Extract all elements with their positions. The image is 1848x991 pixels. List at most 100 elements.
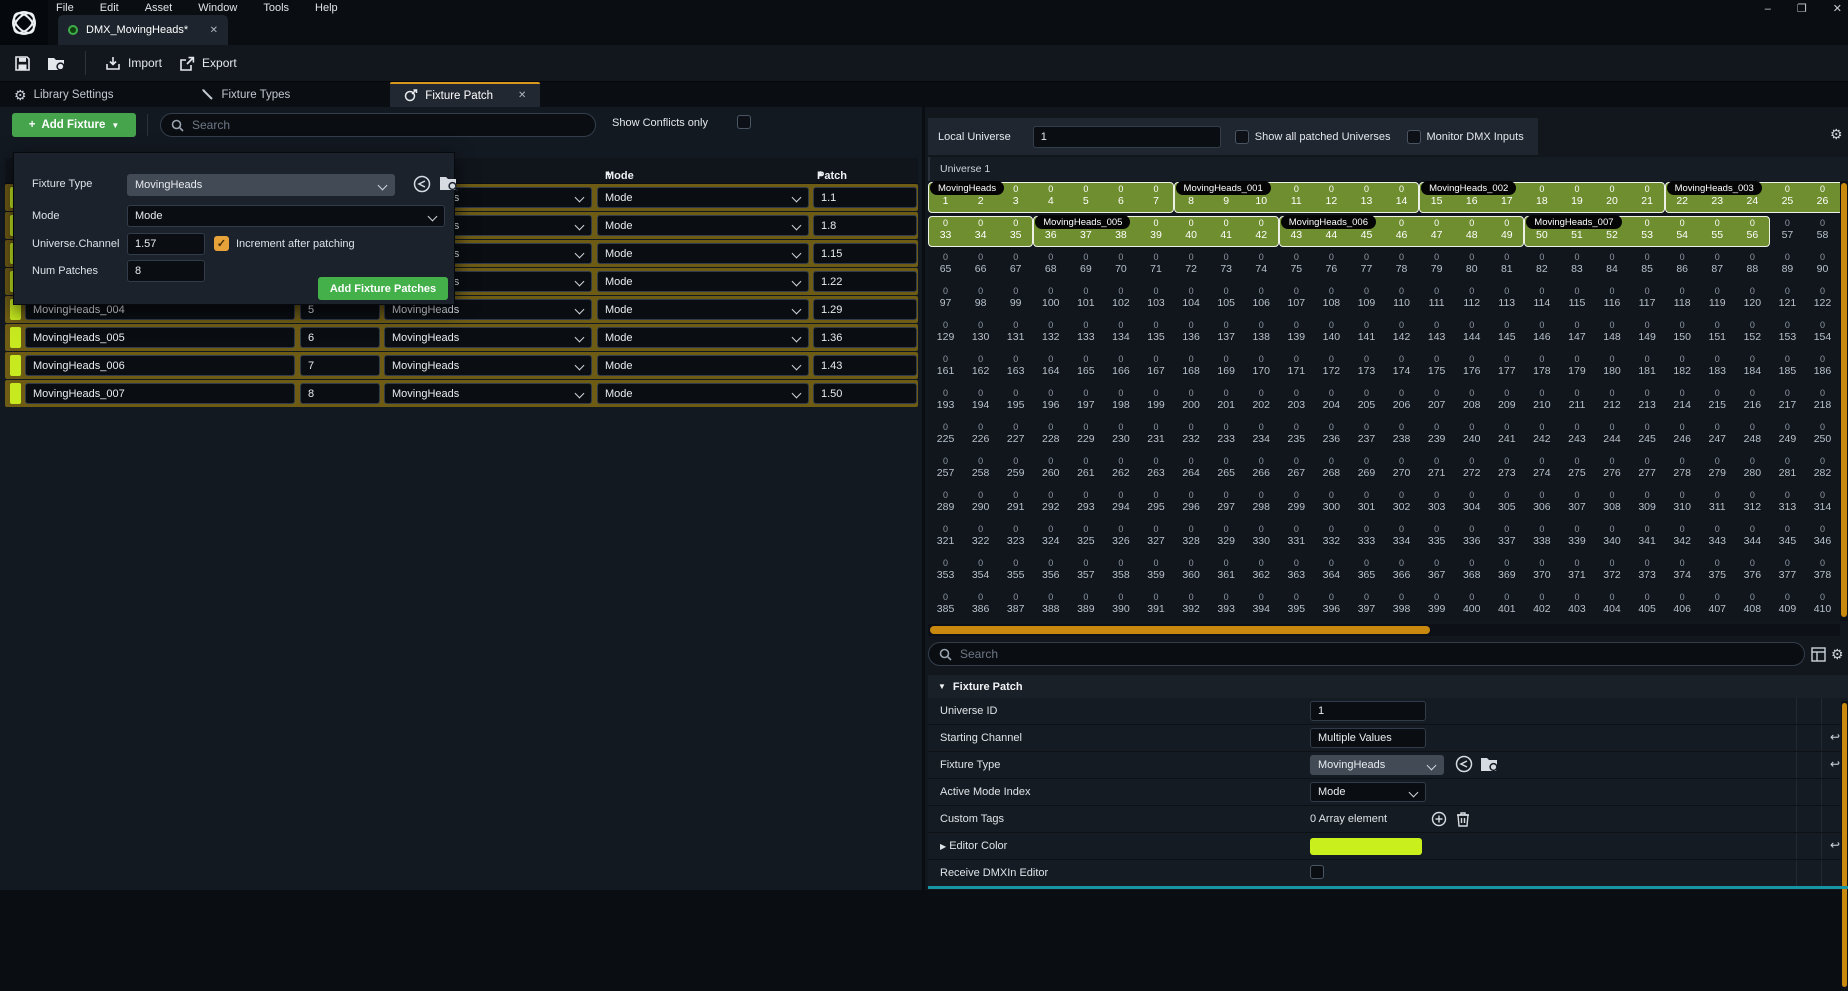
channel-cell-169[interactable]: 0169 xyxy=(1209,351,1244,385)
channel-cell-141[interactable]: 0141 xyxy=(1349,317,1384,351)
channel-cell-173[interactable]: 0173 xyxy=(1349,351,1384,385)
channel-cell-246[interactable]: 0246 xyxy=(1665,419,1700,453)
channel-cell-247[interactable]: 0247 xyxy=(1700,419,1735,453)
channel-cell-47[interactable]: 047 xyxy=(1419,215,1454,249)
channel-cell-314[interactable]: 0314 xyxy=(1805,487,1840,521)
channel-cell-290[interactable]: 0290 xyxy=(963,487,998,521)
channel-cell-181[interactable]: 0181 xyxy=(1630,351,1665,385)
channel-cell-230[interactable]: 0230 xyxy=(1103,419,1138,453)
channel-cell-199[interactable]: 0199 xyxy=(1138,385,1173,419)
channel-cell-138[interactable]: 0138 xyxy=(1244,317,1279,351)
channel-cell-147[interactable]: 0147 xyxy=(1559,317,1594,351)
channel-cell-178[interactable]: 0178 xyxy=(1524,351,1559,385)
channel-cell-48[interactable]: 048 xyxy=(1454,215,1489,249)
channel-cell-86[interactable]: 086 xyxy=(1665,249,1700,283)
channel-cell-56[interactable]: 056 xyxy=(1735,215,1770,249)
channel-cell-194[interactable]: 0194 xyxy=(963,385,998,419)
channel-cell-154[interactable]: 0154 xyxy=(1805,317,1840,351)
channel-cell-53[interactable]: 053 xyxy=(1630,215,1665,249)
channel-cell-193[interactable]: 0193 xyxy=(928,385,963,419)
channel-cell-105[interactable]: 0105 xyxy=(1209,283,1244,317)
channel-cell-218[interactable]: 0218 xyxy=(1805,385,1840,419)
use-selected-asset-icon[interactable] xyxy=(413,175,431,193)
channel-cell-292[interactable]: 0292 xyxy=(1033,487,1068,521)
fixture-mode-dropdown[interactable]: Mode xyxy=(597,243,809,264)
channel-cell-301[interactable]: 0301 xyxy=(1349,487,1384,521)
channel-cell-20[interactable]: 020 xyxy=(1594,181,1629,215)
editor-color-swatch[interactable] xyxy=(1310,838,1422,855)
channel-cell-366[interactable]: 0366 xyxy=(1384,555,1419,589)
use-selected-asset-icon[interactable] xyxy=(1455,755,1473,773)
channel-cell-215[interactable]: 0215 xyxy=(1700,385,1735,419)
channel-cell-313[interactable]: 0313 xyxy=(1770,487,1805,521)
channel-cell-26[interactable]: 026 xyxy=(1805,181,1840,215)
channel-cell-333[interactable]: 0333 xyxy=(1349,521,1384,555)
channel-cell-39[interactable]: 039 xyxy=(1138,215,1173,249)
menu-item-window[interactable]: Window xyxy=(198,2,237,14)
channel-cell-58[interactable]: 058 xyxy=(1805,215,1840,249)
menu-item-edit[interactable]: Edit xyxy=(100,2,119,14)
channel-cell-299[interactable]: 0299 xyxy=(1279,487,1314,521)
channel-cell-103[interactable]: 0103 xyxy=(1138,283,1173,317)
save-button[interactable] xyxy=(6,45,39,81)
detail-dropdown[interactable]: Mode xyxy=(1310,782,1426,802)
channel-cell-280[interactable]: 0280 xyxy=(1735,453,1770,487)
channel-cell-74[interactable]: 074 xyxy=(1244,249,1279,283)
browse-asset-icon[interactable] xyxy=(439,174,459,192)
channel-cell-68[interactable]: 068 xyxy=(1033,249,1068,283)
add-fixture-button[interactable]: + Add Fixture ▼ xyxy=(12,113,136,137)
channel-cell-25[interactable]: 025 xyxy=(1770,181,1805,215)
channel-cell-130[interactable]: 0130 xyxy=(963,317,998,351)
channel-cell-237[interactable]: 0237 xyxy=(1349,419,1384,453)
channel-cell-213[interactable]: 0213 xyxy=(1630,385,1665,419)
fixture-mode-dropdown[interactable]: Mode xyxy=(597,299,809,320)
channel-cell-307[interactable]: 0307 xyxy=(1559,487,1594,521)
channel-cell-175[interactable]: 0175 xyxy=(1419,351,1454,385)
channel-cell-399[interactable]: 0399 xyxy=(1419,589,1454,621)
channel-cell-79[interactable]: 079 xyxy=(1419,249,1454,283)
channel-cell-321[interactable]: 0321 xyxy=(928,521,963,555)
fixture-fid-input[interactable]: 6 xyxy=(300,327,380,348)
channel-cell-76[interactable]: 076 xyxy=(1314,249,1349,283)
channel-cell-136[interactable]: 0136 xyxy=(1174,317,1209,351)
show-conflicts-checkbox[interactable] xyxy=(737,115,751,129)
channel-cell-183[interactable]: 0183 xyxy=(1700,351,1735,385)
channel-cell-408[interactable]: 0408 xyxy=(1735,589,1770,621)
fixture-patch-value[interactable]: 1.22 xyxy=(813,271,917,292)
channel-cell-144[interactable]: 0144 xyxy=(1454,317,1489,351)
channel-cell-390[interactable]: 0390 xyxy=(1103,589,1138,621)
grid-horizontal-scrollbar[interactable] xyxy=(928,624,1840,636)
fixture-patch-value[interactable]: 1.50 xyxy=(813,383,917,404)
channel-cell-410[interactable]: 0410 xyxy=(1805,589,1840,621)
channel-cell-374[interactable]: 0374 xyxy=(1665,555,1700,589)
channel-cell-229[interactable]: 0229 xyxy=(1068,419,1103,453)
detail-value-input[interactable]: 1 xyxy=(1310,701,1426,721)
channel-cell-87[interactable]: 087 xyxy=(1700,249,1735,283)
fixture-patch-section-header[interactable]: ▼ Fixture Patch xyxy=(928,675,1848,698)
menu-item-help[interactable]: Help xyxy=(315,2,338,14)
channel-cell-81[interactable]: 081 xyxy=(1489,249,1524,283)
fixture-search-input[interactable]: Search xyxy=(160,113,596,137)
restore-button[interactable]: ❐ xyxy=(1797,2,1807,15)
channel-cell-201[interactable]: 0201 xyxy=(1209,385,1244,419)
fixture-type-dropdown[interactable]: MovingHeads xyxy=(384,327,592,348)
channel-cell-135[interactable]: 0135 xyxy=(1138,317,1173,351)
channel-cell-107[interactable]: 0107 xyxy=(1279,283,1314,317)
channel-cell-78[interactable]: 078 xyxy=(1384,249,1419,283)
channel-cell-196[interactable]: 0196 xyxy=(1033,385,1068,419)
channel-cell-386[interactable]: 0386 xyxy=(963,589,998,621)
detail-checkbox[interactable] xyxy=(1310,865,1324,879)
channel-cell-122[interactable]: 0122 xyxy=(1805,283,1840,317)
channel-cell-134[interactable]: 0134 xyxy=(1103,317,1138,351)
channel-cell-300[interactable]: 0300 xyxy=(1314,487,1349,521)
channel-cell-167[interactable]: 0167 xyxy=(1138,351,1173,385)
channel-cell-203[interactable]: 0203 xyxy=(1279,385,1314,419)
channel-cell-139[interactable]: 0139 xyxy=(1279,317,1314,351)
channel-cell-392[interactable]: 0392 xyxy=(1174,589,1209,621)
channel-cell-263[interactable]: 0263 xyxy=(1138,453,1173,487)
channel-cell-42[interactable]: 042 xyxy=(1244,215,1279,249)
channel-cell-278[interactable]: 0278 xyxy=(1665,453,1700,487)
channel-cell-77[interactable]: 077 xyxy=(1349,249,1384,283)
channel-cell-310[interactable]: 0310 xyxy=(1665,487,1700,521)
fixture-patch-value[interactable]: 1.29 xyxy=(813,299,917,320)
